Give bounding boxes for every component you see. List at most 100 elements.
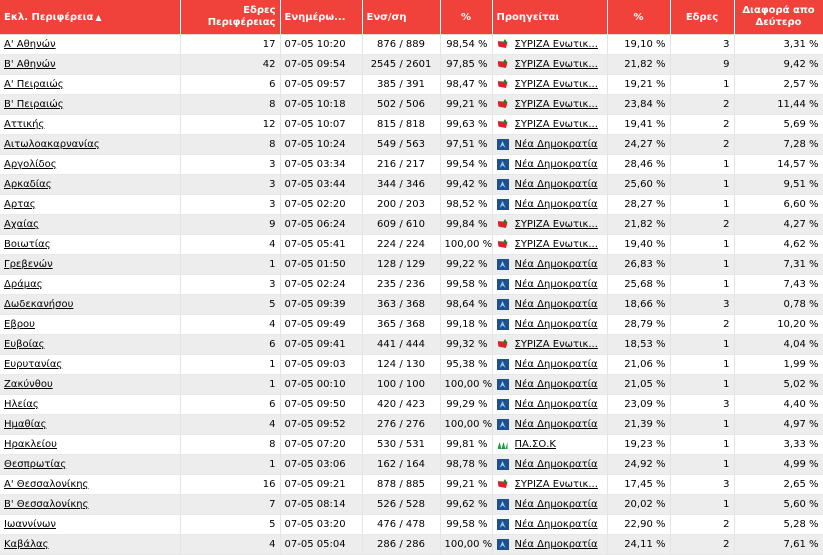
leading-party-link[interactable]: Νέα Δημοκρατία [515,295,598,314]
pasok-logo-icon [497,439,509,450]
party-percent-cell: 19,40 % [607,234,671,255]
region-link[interactable]: Β' Αθηνών [4,59,56,70]
leading-party-link[interactable]: Νέα Δημοκρατία [515,515,598,534]
region-cell: Ημαθίας [0,414,181,435]
region-link[interactable]: Δωδεκανήσου [4,299,73,310]
table-row: Ηρακλείου 8 07-05 07:20 530 / 531 99,81 % ΠΑ.… [0,434,823,455]
region-link[interactable]: Γρεβενών [4,259,53,270]
region-link[interactable]: Αρκαδίας [4,179,52,190]
seats-region-cell: 3 [180,174,281,195]
leading-party-link[interactable]: ΣΥΡΙΖΑ Ενωτικ... [515,95,598,114]
percent-cell: 100,00 % [440,414,493,435]
region-link[interactable]: Ηρακλείου [4,439,57,450]
region-link[interactable]: Β' Πειραιώς [4,99,64,110]
leading-party-link[interactable]: Νέα Δημοκρατία [515,135,598,154]
column-header-party-percent[interactable]: % [607,0,671,35]
column-header-seats-region[interactable]: Εδρες Περιφέρειας [180,0,281,35]
party-percent-cell: 17,45 % [607,474,671,495]
leading-party-link[interactable]: Νέα Δημοκρατία [515,175,598,194]
region-link[interactable]: Α' Θεσσαλονίκης [4,479,88,490]
leading-cell: Νέα Δημοκρατία [492,134,608,155]
region-link[interactable]: Καβάλας [4,539,49,550]
leading-party-link[interactable]: ΣΥΡΙΖΑ Ενωτικ... [515,75,598,94]
counted-cell: 441 / 444 [362,334,441,355]
region-link[interactable]: Β' Θεσσαλονίκης [4,499,88,510]
region-link[interactable]: Ευρυτανίας [4,359,62,370]
diff-cell: 4,27 % [734,214,823,235]
updated-cell: 07-05 03:44 [280,174,363,195]
region-link[interactable]: Θεσπρωτίας [4,459,66,470]
region-link[interactable]: Ημαθίας [4,419,46,430]
leading-party-link[interactable]: ΣΥΡΙΖΑ Ενωτικ... [515,35,598,54]
leading-party-link[interactable]: ΣΥΡΙΖΑ Ενωτικ... [515,115,598,134]
leading-party-link[interactable]: ΣΥΡΙΖΑ Ενωτικ... [515,335,598,354]
leading-party-link[interactable]: Νέα Δημοκρατία [515,355,598,374]
leading-cell: ΣΥΡΙΖΑ Ενωτικ... [492,114,608,135]
diff-cell: 4,62 % [734,234,823,255]
seats-region-cell: 8 [180,434,281,455]
party-percent-cell: 18,66 % [607,294,671,315]
region-link[interactable]: Α' Πειραιώς [4,79,64,90]
leading-party-link[interactable]: Νέα Δημοκρατία [515,535,598,554]
seats-cell: 1 [670,254,735,275]
leading-party-link[interactable]: Νέα Δημοκρατία [515,195,598,214]
table-row: Ιωαννίνων 5 07-05 03:20 476 / 478 99,58 % Νέα… [0,514,823,535]
leading-party-link[interactable]: Νέα Δημοκρατία [515,255,598,274]
counted-cell: 363 / 368 [362,294,441,315]
column-header-counted[interactable]: Ενσ/ση [362,0,441,35]
leading-party-link[interactable]: ΣΥΡΙΖΑ Ενωτικ... [515,235,598,254]
leading-party-link[interactable]: Νέα Δημοκρατία [515,275,598,294]
region-link[interactable]: Αιτωλοακαρνανίας [4,139,100,150]
leading-cell: ΣΥΡΙΖΑ Ενωτικ... [492,214,608,235]
region-link[interactable]: Αρτας [4,199,36,210]
leading-party-link[interactable]: Νέα Δημοκρατία [515,395,598,414]
region-link[interactable]: Ζακύνθου [4,379,53,390]
counted-cell: 124 / 130 [362,354,441,375]
seats-cell: 2 [670,534,735,555]
column-header-region[interactable]: Εκλ. Περιφέρεια ▲ [0,0,181,35]
region-link[interactable]: Αργολίδος [4,159,57,170]
diff-cell: 9,51 % [734,174,823,195]
seats-cell: 1 [670,434,735,455]
region-link[interactable]: Ευβοίας [4,339,44,350]
leading-party-link[interactable]: ΣΥΡΙΖΑ Ενωτικ... [515,55,598,74]
seats-cell: 1 [670,74,735,95]
leading-party-link[interactable]: Νέα Δημοκρατία [515,455,598,474]
diff-cell: 3,31 % [734,34,823,55]
seats-cell: 1 [670,174,735,195]
counted-cell: 235 / 236 [362,274,441,295]
region-link[interactable]: Α' Αθηνών [4,39,56,50]
percent-cell: 99,18 % [440,314,493,335]
syriza-logo-icon [497,79,509,90]
leading-party-link[interactable]: Νέα Δημοκρατία [515,415,598,434]
percent-cell: 98,52 % [440,194,493,215]
leading-party-link[interactable]: ΣΥΡΙΖΑ Ενωτικ... [515,475,598,494]
region-link[interactable]: Αττικής [4,119,44,130]
region-link[interactable]: Βοιωτίας [4,239,51,250]
leading-party-link[interactable]: Νέα Δημοκρατία [515,375,598,394]
leading-party-link[interactable]: ΣΥΡΙΖΑ Ενωτικ... [515,215,598,234]
seats-cell: 1 [670,414,735,435]
region-link[interactable]: Εβρου [4,319,35,330]
diff-cell: 9,42 % [734,54,823,75]
leading-party-link[interactable]: Νέα Δημοκρατία [515,495,598,514]
diff-cell: 7,61 % [734,534,823,555]
region-link[interactable]: Ηλείας [4,399,39,410]
region-link[interactable]: Ιωαννίνων [4,519,56,530]
column-header-seats[interactable]: Εδρες [670,0,735,35]
party-percent-cell: 26,83 % [607,254,671,275]
seats-region-cell: 4 [180,534,281,555]
column-header-updated[interactable]: Ενημέρω... [280,0,363,35]
updated-cell: 07-05 08:14 [280,494,363,515]
table-row: Βοιωτίας 4 07-05 05:41 224 / 224 100,00 % ΣΥΡ… [0,234,823,255]
party-percent-cell: 19,10 % [607,34,671,55]
leading-party-link[interactable]: ΠΑ.ΣΟ.Κ [515,435,556,454]
leading-party-link[interactable]: Νέα Δημοκρατία [515,315,598,334]
region-link[interactable]: Αχαίας [4,219,39,230]
column-header-diff[interactable]: Διαφορά απο Δεύτερο [734,0,823,35]
leading-party-link[interactable]: Νέα Δημοκρατία [515,155,598,174]
column-header-percent[interactable]: % [440,0,493,35]
column-header-leading[interactable]: Προηγείται [492,0,608,35]
region-link[interactable]: Δράμας [4,279,43,290]
updated-cell: 07-05 03:20 [280,514,363,535]
